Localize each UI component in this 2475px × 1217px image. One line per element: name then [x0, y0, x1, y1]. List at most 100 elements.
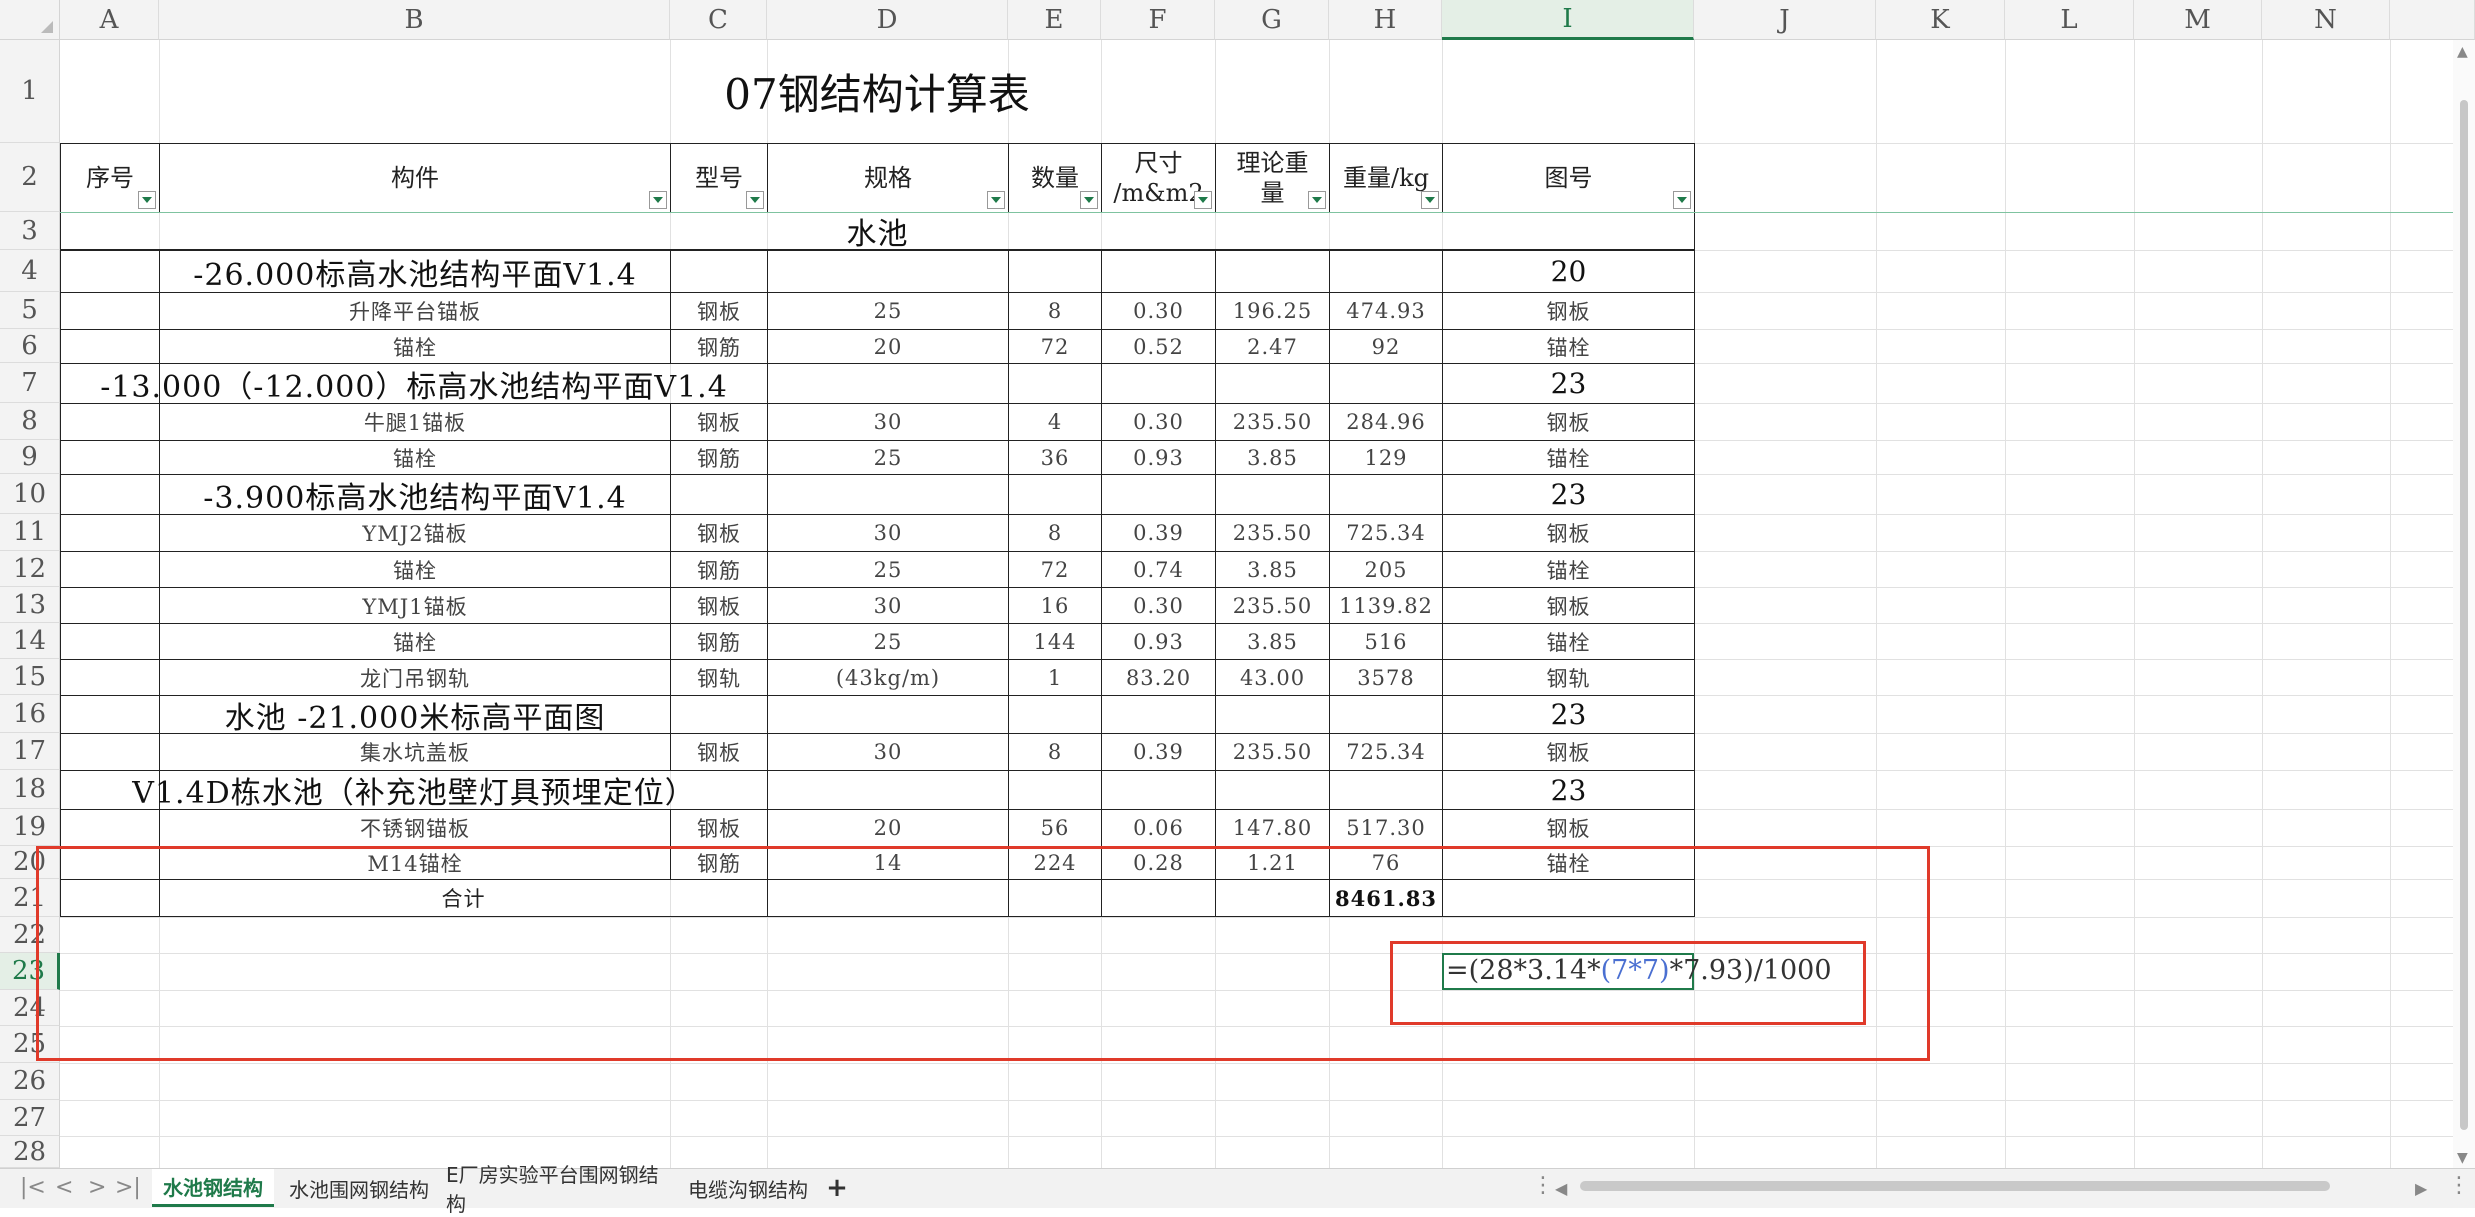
section-row-g[interactable]: [1215, 474, 1330, 515]
table-cell-d[interactable]: 25: [767, 440, 1009, 475]
section-row-h[interactable]: [1329, 474, 1443, 515]
table-cell-f[interactable]: 0.06: [1101, 809, 1216, 847]
table-cell-b[interactable]: 集水坑盖板: [159, 733, 671, 771]
row-header-10[interactable]: 10: [0, 474, 60, 514]
filter-dropdown-icon[interactable]: [1308, 191, 1326, 209]
table-cell-h[interactable]: 92: [1329, 329, 1443, 364]
next-sheet-icon[interactable]: >: [88, 1175, 106, 1200]
table-cell-d[interactable]: 30: [767, 587, 1009, 624]
table-cell-f[interactable]: 0.93: [1101, 440, 1216, 475]
tab-split-handle-right[interactable]: ⋮: [2448, 1173, 2470, 1198]
filter-dropdown-icon[interactable]: [138, 191, 156, 209]
table-cell-h[interactable]: 725.34: [1329, 514, 1443, 552]
table-cell-i[interactable]: 钢板: [1442, 403, 1695, 441]
table-cell-d[interactable]: 30: [767, 514, 1009, 552]
table-row-seq[interactable]: [60, 514, 160, 552]
section-row-d[interactable]: [767, 474, 1009, 515]
column-header-h[interactable]: H: [1329, 0, 1442, 40]
section-row-a[interactable]: [60, 695, 160, 734]
table-cell-e[interactable]: 144: [1008, 623, 1102, 660]
last-sheet-icon[interactable]: >|: [115, 1175, 141, 1200]
row-header-11[interactable]: 11: [0, 514, 60, 551]
section-title[interactable]: -3.900标高水池结构平面V1.4: [159, 474, 671, 515]
table-row-seq[interactable]: [60, 587, 160, 624]
row-header-27[interactable]: 27: [0, 1100, 60, 1136]
table-cell-f[interactable]: 0.39: [1101, 514, 1216, 552]
scroll-down-icon[interactable]: ▼: [2457, 1150, 2468, 1166]
section-title-pool[interactable]: 水池: [60, 212, 1695, 250]
table-cell-f[interactable]: 0.30: [1101, 403, 1216, 441]
table-row-seq[interactable]: [60, 329, 160, 364]
table-cell-g[interactable]: 235.50: [1215, 514, 1330, 552]
table-cell-e[interactable]: 8: [1008, 733, 1102, 771]
table-cell-b[interactable]: 锚栓: [159, 623, 671, 660]
section-row-f[interactable]: [1101, 250, 1216, 293]
table-cell-h[interactable]: 516: [1329, 623, 1443, 660]
header-model[interactable]: 型号: [670, 143, 768, 213]
row-header-17[interactable]: 17: [0, 733, 60, 770]
section-row-e[interactable]: [1008, 474, 1102, 515]
section-title[interactable]: -13.000（-12.000）标高水池结构平面V1.4: [60, 363, 768, 404]
section-row-a[interactable]: [60, 250, 160, 293]
table-cell-h[interactable]: 129: [1329, 440, 1443, 475]
table-cell-h[interactable]: 474.93: [1329, 292, 1443, 330]
table-row-seq[interactable]: [60, 551, 160, 588]
row-header-28[interactable]: 28: [0, 1136, 60, 1168]
table-cell-b[interactable]: 龙门吊钢轨: [159, 659, 671, 696]
column-header-f[interactable]: F: [1101, 0, 1215, 40]
section-row-d[interactable]: [767, 250, 1009, 293]
section-title[interactable]: -26.000标高水池结构平面V1.4: [159, 250, 671, 293]
column-header-e[interactable]: E: [1008, 0, 1101, 40]
section-row-e[interactable]: [1008, 770, 1102, 810]
section-title[interactable]: V1.4D栋水池（补充池壁灯具预埋定位）: [60, 770, 768, 810]
table-cell-e[interactable]: 8: [1008, 292, 1102, 330]
table-cell-c[interactable]: 钢板: [670, 403, 768, 441]
table-cell-c[interactable]: 钢轨: [670, 659, 768, 696]
table-cell-e[interactable]: 8: [1008, 514, 1102, 552]
scroll-right-icon[interactable]: ▶: [2415, 1179, 2427, 1198]
section-row-f[interactable]: [1101, 770, 1216, 810]
table-cell-c[interactable]: 钢筋: [670, 623, 768, 660]
table-cell-f[interactable]: 0.74: [1101, 551, 1216, 588]
row-header-26[interactable]: 26: [0, 1063, 60, 1100]
table-cell-i[interactable]: 钢板: [1442, 809, 1695, 847]
section-row-f[interactable]: [1101, 363, 1216, 404]
filter-dropdown-icon[interactable]: [987, 191, 1005, 209]
table-cell-b[interactable]: 牛腿1锚板: [159, 403, 671, 441]
table-cell-i[interactable]: 锚栓: [1442, 329, 1695, 364]
section-row-g[interactable]: [1215, 695, 1330, 734]
table-cell-d[interactable]: 20: [767, 329, 1009, 364]
horizontal-scroll-thumb[interactable]: [1580, 1181, 2330, 1191]
row-header-13[interactable]: 13: [0, 587, 60, 623]
table-cell-h[interactable]: 517.30: [1329, 809, 1443, 847]
table-cell-c[interactable]: 钢板: [670, 514, 768, 552]
prev-sheet-icon[interactable]: <: [55, 1175, 73, 1200]
section-row-h[interactable]: [1329, 695, 1443, 734]
column-header-c[interactable]: C: [670, 0, 767, 40]
header-spec[interactable]: 规格: [767, 143, 1009, 213]
table-row-seq[interactable]: [60, 809, 160, 847]
table-cell-e[interactable]: 72: [1008, 329, 1102, 364]
table-cell-f[interactable]: 0.39: [1101, 733, 1216, 771]
column-header-d[interactable]: D: [767, 0, 1008, 40]
section-row-e[interactable]: [1008, 695, 1102, 734]
table-cell-d[interactable]: 25: [767, 292, 1009, 330]
table-cell-c[interactable]: 钢板: [670, 587, 768, 624]
column-header-l[interactable]: L: [2005, 0, 2134, 40]
row-header-15[interactable]: 15: [0, 659, 60, 695]
row-header-16[interactable]: 16: [0, 695, 60, 733]
table-cell-g[interactable]: 3.85: [1215, 551, 1330, 588]
row-header-5[interactable]: 5: [0, 292, 60, 329]
table-cell-b[interactable]: YMJ1锚板: [159, 587, 671, 624]
page-title[interactable]: 07钢结构计算表: [60, 40, 1694, 143]
column-header-j[interactable]: J: [1694, 0, 1876, 40]
table-cell-b[interactable]: 锚栓: [159, 329, 671, 364]
table-cell-i[interactable]: 钢板: [1442, 733, 1695, 771]
table-cell-g[interactable]: 43.00: [1215, 659, 1330, 696]
row-header-9[interactable]: 9: [0, 440, 60, 474]
table-cell-f[interactable]: 0.52: [1101, 329, 1216, 364]
column-header-a[interactable]: A: [60, 0, 159, 40]
section-row-e[interactable]: [1008, 250, 1102, 293]
table-row-seq[interactable]: [60, 292, 160, 330]
table-cell-i[interactable]: 钢板: [1442, 587, 1695, 624]
